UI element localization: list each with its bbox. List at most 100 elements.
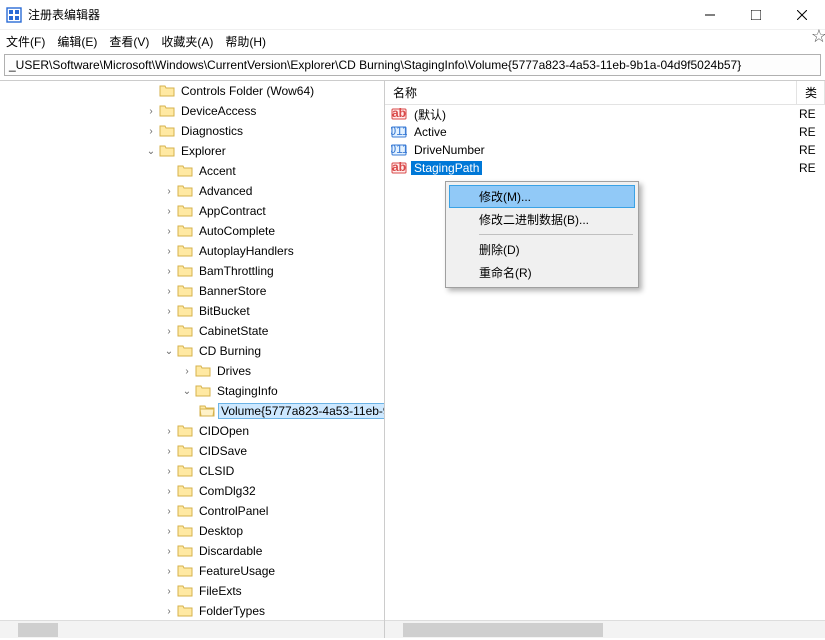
svg-text:ab: ab bbox=[392, 106, 406, 120]
folder-icon bbox=[195, 383, 211, 399]
chevron-right-icon[interactable]: › bbox=[162, 526, 176, 537]
window-title: 注册表编辑器 bbox=[28, 6, 687, 23]
tree-row[interactable]: ›AutoplayHandlers bbox=[0, 241, 384, 261]
folder-icon bbox=[177, 303, 193, 319]
folder-icon bbox=[177, 503, 193, 519]
tree-row[interactable]: ›DeviceAccess bbox=[0, 101, 384, 121]
tree-row[interactable]: ›Drives bbox=[0, 361, 384, 381]
tree-row[interactable]: ›CabinetState bbox=[0, 321, 384, 341]
chevron-right-icon[interactable]: › bbox=[162, 306, 176, 317]
tree-row[interactable]: ›Diagnostics bbox=[0, 121, 384, 141]
tree-label: BitBucket bbox=[196, 303, 253, 319]
tree-row[interactable]: ›AutoComplete bbox=[0, 221, 384, 241]
folder-icon bbox=[177, 423, 193, 439]
chevron-right-icon[interactable]: › bbox=[162, 266, 176, 277]
value-type: RE bbox=[799, 107, 825, 121]
chevron-right-icon[interactable]: › bbox=[162, 606, 176, 617]
maximize-button[interactable] bbox=[733, 0, 779, 30]
tree-label: ControlPanel bbox=[196, 503, 271, 519]
chevron-right-icon[interactable]: › bbox=[162, 466, 176, 477]
tree-row[interactable]: › AppContract bbox=[0, 201, 384, 221]
menu-edit[interactable]: 编辑(E) bbox=[57, 33, 97, 50]
tree-horizontal-scrollbar[interactable] bbox=[0, 620, 384, 638]
ctx-modify-binary[interactable]: 修改二进制数据(B)... bbox=[449, 208, 635, 231]
chevron-right-icon[interactable]: › bbox=[162, 326, 176, 337]
chevron-right-icon[interactable]: › bbox=[162, 506, 176, 517]
list-header: 名称 类 bbox=[385, 81, 825, 105]
tree-row[interactable]: ⌄StagingInfo bbox=[0, 381, 384, 401]
folder-icon bbox=[177, 163, 193, 179]
chevron-right-icon[interactable]: › bbox=[162, 246, 176, 257]
column-name[interactable]: 名称 bbox=[385, 81, 797, 104]
list-row[interactable]: 011ActiveRE bbox=[385, 123, 825, 141]
tree-row[interactable]: › ComDlg32 bbox=[0, 481, 384, 501]
tree-row[interactable]: › ControlPanel bbox=[0, 501, 384, 521]
tree-row[interactable]: ›BamThrottling bbox=[0, 261, 384, 281]
title-bar: 注册表编辑器 bbox=[0, 0, 825, 30]
tree-label: CLSID bbox=[196, 463, 237, 479]
chevron-right-icon[interactable]: › bbox=[162, 586, 176, 597]
address-bar[interactable]: _USER\Software\Microsoft\Windows\Current… bbox=[4, 54, 821, 76]
chevron-right-icon[interactable]: › bbox=[162, 186, 176, 197]
tree-row[interactable]: › CLSID bbox=[0, 461, 384, 481]
app-icon bbox=[6, 7, 22, 23]
chevron-down-icon[interactable]: ⌄ bbox=[162, 346, 176, 357]
folder-icon bbox=[177, 523, 193, 539]
chevron-right-icon[interactable]: › bbox=[162, 426, 176, 437]
tree-row[interactable]: ›CIDSave bbox=[0, 441, 384, 461]
chevron-right-icon[interactable]: › bbox=[162, 546, 176, 557]
folder-icon bbox=[177, 223, 193, 239]
tree-label: AppContract bbox=[196, 203, 269, 219]
tree-label: FolderTypes bbox=[196, 603, 268, 619]
ctx-delete[interactable]: 删除(D) bbox=[449, 238, 635, 261]
minimize-button[interactable] bbox=[687, 0, 733, 30]
list-body: ab(默认)RE011ActiveRE011DriveNumberREabSta… bbox=[385, 105, 825, 177]
folder-icon bbox=[177, 443, 193, 459]
tree-label: ComDlg32 bbox=[196, 483, 259, 499]
chevron-right-icon[interactable]: › bbox=[162, 286, 176, 297]
tree-row[interactable]: Volume{5777a823-4a53-11eb-9b… bbox=[0, 401, 384, 421]
tree-row[interactable]: Controls Folder (Wow64) bbox=[0, 81, 384, 101]
tree-row[interactable]: ›CIDOpen bbox=[0, 421, 384, 441]
chevron-down-icon[interactable]: ⌄ bbox=[144, 146, 158, 157]
chevron-down-icon[interactable]: ⌄ bbox=[180, 386, 194, 397]
value-type: RE bbox=[799, 143, 825, 157]
chevron-right-icon[interactable]: › bbox=[162, 566, 176, 577]
list-row[interactable]: abStagingPathRE bbox=[385, 159, 825, 177]
tree-row[interactable]: ›Desktop bbox=[0, 521, 384, 541]
ctx-modify[interactable]: 修改(M)... bbox=[449, 185, 635, 208]
value-name: StagingPath bbox=[411, 161, 482, 175]
chevron-right-icon[interactable]: › bbox=[180, 366, 194, 377]
list-horizontal-scrollbar[interactable] bbox=[385, 620, 825, 638]
tree-row[interactable]: ›BannerStore bbox=[0, 281, 384, 301]
context-menu: 修改(M)... 修改二进制数据(B)... 删除(D) 重命名(R) bbox=[445, 181, 639, 288]
tree[interactable]: Controls Folder (Wow64)›DeviceAccess›Dia… bbox=[0, 81, 384, 620]
tree-row[interactable]: ⌄ Explorer bbox=[0, 141, 384, 161]
menu-favorites[interactable]: 收藏夹(A) bbox=[161, 33, 213, 50]
chevron-right-icon[interactable]: › bbox=[144, 126, 158, 137]
tree-row[interactable]: ›Discardable bbox=[0, 541, 384, 561]
folder-icon bbox=[177, 243, 193, 259]
chevron-right-icon[interactable]: › bbox=[162, 486, 176, 497]
list-row[interactable]: ab(默认)RE bbox=[385, 105, 825, 123]
chevron-right-icon[interactable]: › bbox=[162, 446, 176, 457]
menu-help[interactable]: 帮助(H) bbox=[225, 33, 266, 50]
tree-row[interactable]: › BitBucket bbox=[0, 301, 384, 321]
column-type[interactable]: 类 bbox=[797, 81, 825, 104]
folder-icon bbox=[177, 543, 193, 559]
ctx-rename[interactable]: 重命名(R) bbox=[449, 261, 635, 284]
tree-row[interactable]: Accent bbox=[0, 161, 384, 181]
tree-row[interactable]: ⌄CD Burning bbox=[0, 341, 384, 361]
chevron-right-icon[interactable]: › bbox=[162, 226, 176, 237]
tree-row[interactable]: › FolderTypes bbox=[0, 601, 384, 620]
chevron-right-icon[interactable]: › bbox=[144, 106, 158, 117]
menu-view[interactable]: 查看(V) bbox=[109, 33, 149, 50]
tree-row[interactable]: ›FileExts bbox=[0, 581, 384, 601]
list-row[interactable]: 011DriveNumberRE bbox=[385, 141, 825, 159]
chevron-right-icon[interactable]: › bbox=[162, 206, 176, 217]
menu-file[interactable]: 文件(F) bbox=[6, 33, 45, 50]
folder-icon bbox=[177, 203, 193, 219]
tree-label: Explorer bbox=[178, 143, 229, 159]
tree-row[interactable]: ›Advanced bbox=[0, 181, 384, 201]
tree-row[interactable]: ›FeatureUsage bbox=[0, 561, 384, 581]
